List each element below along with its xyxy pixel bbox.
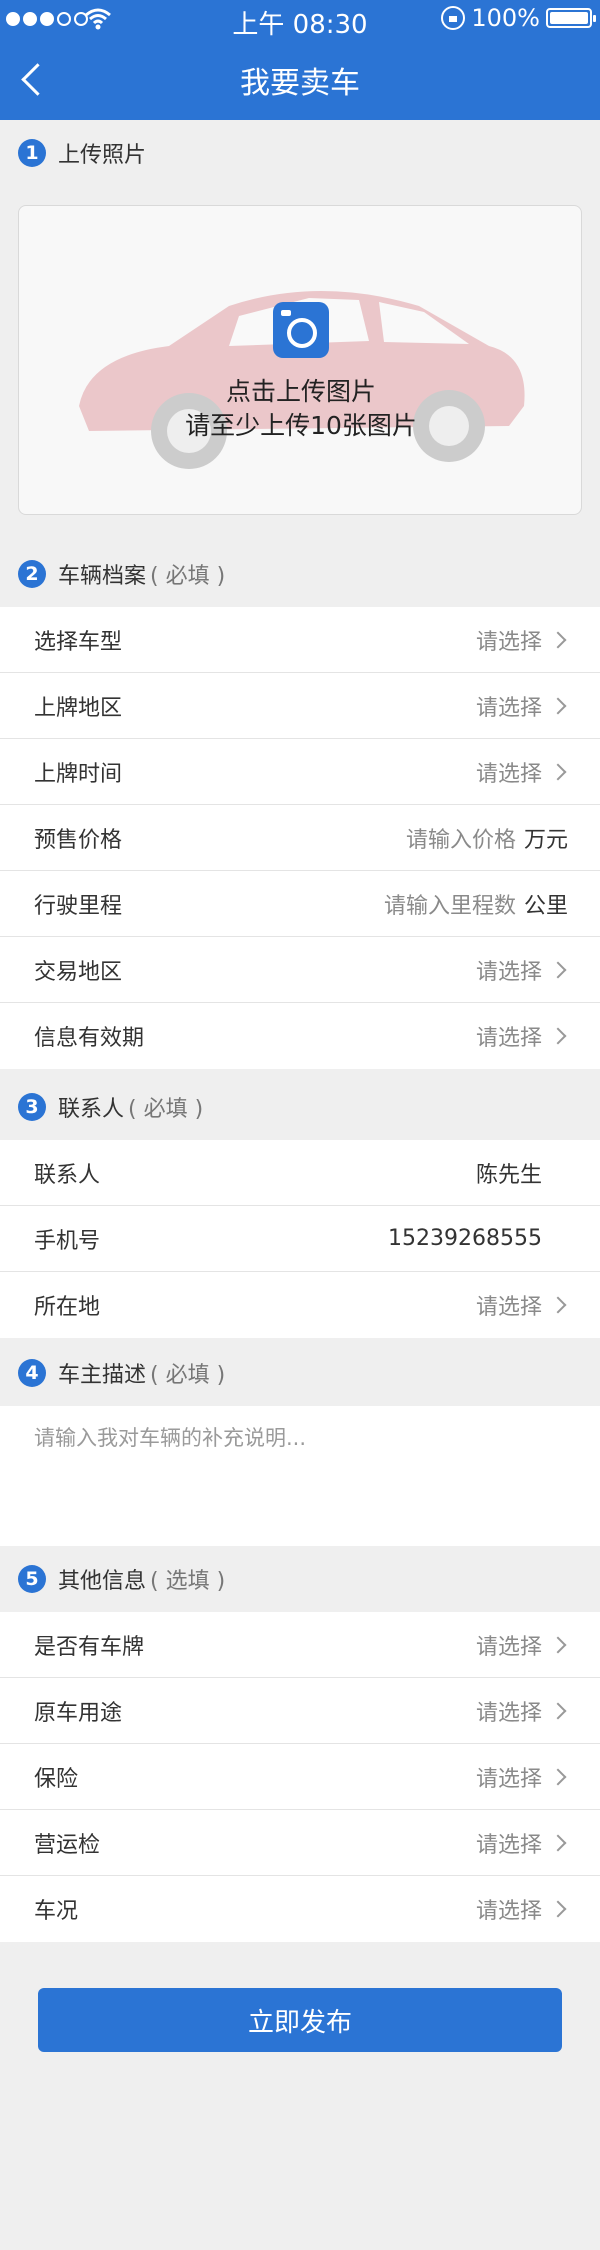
row-label: 选择车型 [34,629,123,655]
row-value: 请选择 [475,959,542,985]
chevron-right-icon [549,1900,567,1918]
row-value: 请选择 [475,761,542,787]
battery-icon [546,8,596,28]
chevron-right-icon [549,1702,567,1719]
row-value: 请选择 [475,1700,542,1726]
top-bar: 上午 08:30 100% 我要卖车 [0,0,600,120]
rotation-lock-icon [441,6,466,30]
chevron-right-icon [549,763,567,780]
camera-icon [273,302,329,358]
section-note: ( 选填 ) [150,1569,226,1594]
row-insurance[interactable]: 保险 请选择 [0,1744,600,1810]
row-value: 请选择 [475,1899,542,1924]
row-label: 是否有车牌 [34,1634,145,1660]
row-label: 保险 [34,1766,79,1792]
section-header-description: 4 车主描述 ( 必填 ) [0,1340,600,1406]
row-trade-region[interactable]: 交易地区 请选择 [0,937,600,1003]
chevron-right-icon [549,697,567,714]
status-right: 100% [441,4,596,32]
contact-info-group: 联系人 陈先生 手机号 15239268555 所在地 请选择 [0,1140,600,1338]
upload-prompt: 点击上传图片 [225,377,376,406]
photo-upload-area[interactable]: 点击上传图片 请至少上传10张图片 [18,205,582,515]
row-plate-date[interactable]: 上牌时间 请选择 [0,739,600,805]
mileage-unit: 公里 [523,893,568,919]
row-label: 车况 [34,1899,79,1924]
row-value: 请选择 [475,1295,542,1320]
section-number: 5 [18,1565,46,1593]
publish-button[interactable]: 立即发布 [38,1988,562,2052]
section-header-photos: 1 上传照片 [0,120,600,186]
price-unit: 万元 [523,827,568,853]
row-value: 请选择 [475,629,542,655]
row-label: 预售价格 [34,827,123,853]
section-note: ( 必填 ) [150,564,226,589]
row-location[interactable]: 所在地 请选择 [0,1272,600,1338]
row-label: 营运检 [34,1832,101,1858]
chevron-right-icon [549,1768,567,1785]
row-label: 信息有效期 [34,1026,145,1051]
upload-hint: 请至少上传10张图片 [185,411,417,440]
section-number: 1 [18,139,46,167]
phone-value[interactable]: 15239268555 [388,1226,542,1251]
section-title: 车主描述 [58,1363,147,1388]
chevron-right-icon [549,1027,567,1045]
section-note: ( 必填 ) [150,1363,226,1388]
row-label: 行驶里程 [34,893,123,919]
row-label: 原车用途 [34,1700,123,1726]
chevron-right-icon [549,1296,567,1314]
row-plate-region[interactable]: 上牌地区 请选择 [0,673,600,739]
section-title: 上传照片 [58,143,147,168]
row-contact-name[interactable]: 联系人 陈先生 [0,1140,600,1206]
vehicle-info-group: 选择车型 请选择 上牌地区 请选择 上牌时间 请选择 预售价格 请输入价格 万元… [0,607,600,1069]
other-info-group: 是否有车牌 请选择 原车用途 请选择 保险 请选择 营运检 请选择 车况 请选择 [0,1612,600,1942]
row-original-use[interactable]: 原车用途 请选择 [0,1678,600,1744]
battery-percent: 100% [471,4,540,32]
status-bar: 上午 08:30 100% [0,0,600,40]
row-car-model[interactable]: 选择车型 请选择 [0,607,600,673]
row-value: 请选择 [475,1832,542,1858]
section-number: 3 [18,1093,46,1121]
row-label: 上牌地区 [34,695,123,721]
mileage-input[interactable]: 请输入里程数 [384,888,516,920]
row-price[interactable]: 预售价格 请输入价格 万元 [0,805,600,871]
row-validity[interactable]: 信息有效期 请选择 [0,1003,600,1069]
section-header-contact: 3 联系人 ( 必填 ) [0,1074,600,1140]
section-title: 其他信息 [58,1569,147,1594]
row-label: 上牌时间 [34,761,123,787]
section-number: 4 [18,1359,46,1387]
chevron-right-icon [549,961,567,978]
row-has-plate[interactable]: 是否有车牌 请选择 [0,1612,600,1678]
nav-bar: 我要卖车 [0,40,600,120]
chevron-right-icon [549,1636,567,1653]
section-note: ( 必填 ) [128,1097,204,1122]
row-value: 请选择 [475,1766,542,1792]
row-car-condition[interactable]: 车况 请选择 [0,1876,600,1942]
description-textarea[interactable] [0,1406,600,1546]
chevron-right-icon [549,631,567,648]
row-value: 请选择 [475,695,542,721]
row-label: 所在地 [34,1295,101,1320]
section-header-other: 5 其他信息 ( 选填 ) [0,1546,600,1612]
price-input[interactable]: 请输入价格 [406,822,516,854]
section-number: 2 [18,560,46,588]
chevron-right-icon [549,1834,567,1851]
page-title: 我要卖车 [240,66,360,101]
row-operation-inspection[interactable]: 营运检 请选择 [0,1810,600,1876]
contact-name-value[interactable]: 陈先生 [476,1157,542,1189]
section-title: 车辆档案 [58,564,147,589]
section-header-vehicle: 2 车辆档案 ( 必填 ) [0,541,600,607]
section-title: 联系人 [58,1097,125,1122]
row-label: 联系人 [34,1162,101,1188]
row-mileage[interactable]: 行驶里程 请输入里程数 公里 [0,871,600,937]
row-phone[interactable]: 手机号 15239268555 [0,1206,600,1272]
row-label: 交易地区 [34,959,123,985]
row-label: 手机号 [34,1228,101,1254]
row-value: 请选择 [475,1026,542,1051]
row-value: 请选择 [475,1634,542,1660]
car-placeholder-image [79,291,525,469]
